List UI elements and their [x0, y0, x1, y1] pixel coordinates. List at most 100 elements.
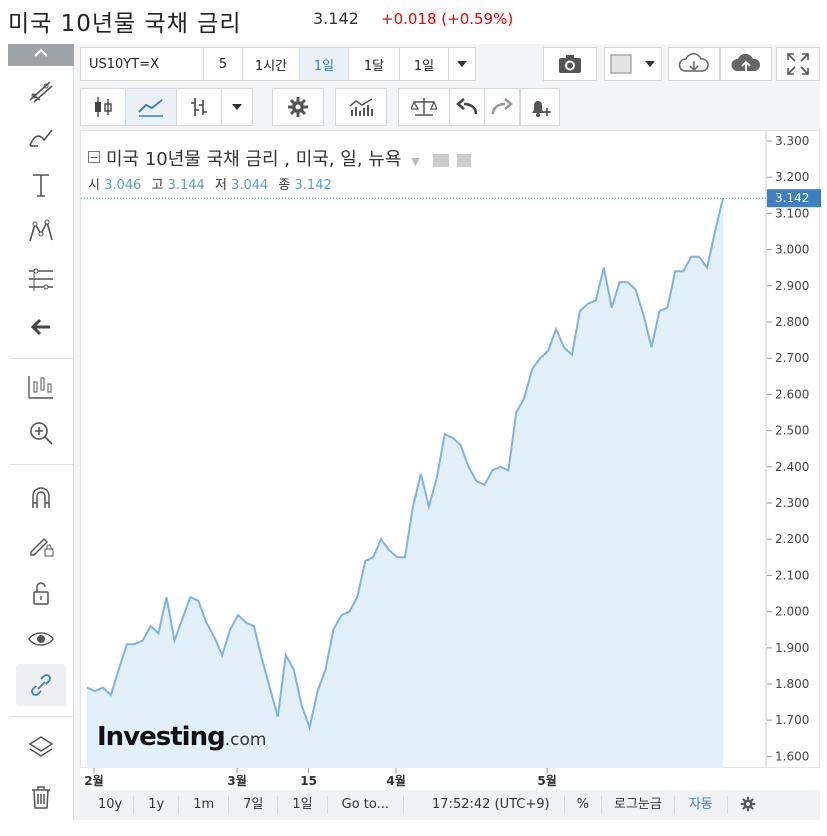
interval-dropdown-value[interactable]: 1일 — [399, 47, 449, 81]
data-point — [253, 625, 255, 627]
measure-tool[interactable] — [24, 370, 58, 404]
price-axis[interactable]: 3.300 3.200 3.100 3.000 2.900 2.800 2.700 2.600… — [766, 130, 821, 768]
download-button[interactable] — [668, 47, 720, 81]
range-1d[interactable]: 1일 — [278, 796, 328, 814]
chart-type-dropdown[interactable] — [221, 88, 253, 126]
chart-style-button[interactable] — [604, 47, 662, 81]
data-point — [666, 307, 668, 309]
legend-open-value: 3.046 — [104, 178, 142, 193]
legend-close-value: 3.142 — [294, 178, 332, 193]
price-change: +0.018 (+0.59%) — [381, 10, 514, 28]
y-tick-label: 2.800 — [775, 315, 809, 329]
data-point — [603, 267, 605, 269]
data-point — [587, 303, 589, 305]
range-10y[interactable]: 10y — [80, 796, 135, 814]
data-point — [102, 687, 104, 689]
text-icon — [33, 174, 49, 197]
data-point — [293, 669, 295, 671]
compare-button[interactable] — [398, 88, 450, 126]
data-point — [404, 556, 406, 558]
undo-button[interactable] — [449, 88, 485, 126]
indicators-button[interactable] — [335, 88, 387, 126]
data-point — [134, 643, 136, 645]
data-point — [301, 705, 303, 707]
candlestick-type-button[interactable] — [80, 88, 126, 126]
auto-scale-toggle[interactable]: 자동 — [675, 796, 728, 814]
range-1y[interactable]: 1y — [134, 796, 180, 814]
interval-1day[interactable]: 1일 — [299, 47, 349, 81]
legend-settings-icon[interactable] — [457, 153, 472, 167]
layers-tool[interactable] — [24, 730, 58, 764]
data-point — [706, 267, 708, 269]
zoom-tool[interactable] — [24, 416, 58, 450]
y-tick-label: 2.200 — [775, 532, 809, 546]
data-point — [444, 433, 446, 435]
link-tool[interactable] — [16, 664, 66, 706]
logo-brand: Investing — [97, 722, 226, 752]
color-box-icon — [610, 54, 655, 74]
goto-button[interactable]: Go to... — [328, 796, 405, 814]
range-1m[interactable]: 1m — [179, 796, 230, 814]
layers-icon — [28, 736, 54, 757]
ohlc-bar-icon — [191, 98, 207, 116]
pattern-icon — [29, 219, 53, 242]
chart-plot-area[interactable] — [80, 130, 767, 769]
data-point — [571, 354, 573, 356]
fibonacci-icon — [29, 268, 53, 291]
x-axis: 2월 3월 15 4월 5월 — [84, 768, 557, 788]
header: 미국 10년물 국채 금리 3.142 +0.018 (+0.59%) — [0, 0, 827, 42]
fullscreen-button[interactable] — [776, 47, 820, 81]
candlestick-icon — [95, 97, 112, 117]
last-price: 3.142 — [313, 9, 359, 28]
log-scale-toggle[interactable]: 로그눈금 — [602, 796, 675, 814]
pattern-tool[interactable] — [24, 214, 58, 248]
divider — [10, 358, 74, 359]
magnet-tool[interactable] — [24, 480, 58, 514]
data-point — [420, 473, 422, 475]
back-arrow-tool[interactable] — [24, 310, 58, 344]
data-point — [396, 556, 398, 558]
legend-visibility-icon[interactable] — [433, 153, 450, 167]
interval-1hour[interactable]: 1시간 — [242, 47, 300, 81]
interval-1month[interactable]: 1달 — [348, 47, 400, 81]
data-point — [651, 346, 653, 348]
collapse-panel-button[interactable] — [8, 44, 74, 66]
data-point — [555, 328, 557, 330]
text-tool[interactable] — [24, 168, 58, 202]
data-point — [181, 618, 183, 620]
brush-tool[interactable] — [24, 120, 58, 154]
delete-tool[interactable] — [24, 780, 58, 814]
data-point — [380, 538, 382, 540]
interval-dropdown-button[interactable] — [448, 47, 476, 81]
data-point — [94, 690, 96, 692]
screenshot-button[interactable] — [543, 47, 597, 81]
y-tick-label: 3.100 — [775, 206, 809, 220]
collapse-legend-icon[interactable] — [88, 151, 100, 163]
clock-timezone[interactable]: 17:52:42 (UTC+9) — [404, 796, 565, 814]
lock-drawing-tool[interactable] — [24, 528, 58, 562]
y-tick-label: 2.500 — [775, 424, 809, 438]
bar-type-button[interactable] — [176, 88, 222, 126]
upload-button[interactable] — [720, 47, 772, 81]
data-point — [174, 640, 176, 642]
settings-button[interactable] — [272, 88, 324, 126]
caret-down-icon — [232, 104, 242, 110]
bottom-settings-button[interactable] — [728, 796, 768, 814]
alert-button[interactable] — [520, 88, 560, 126]
data-point — [372, 556, 374, 558]
symbol-field[interactable]: US10YT=X — [80, 47, 204, 81]
visibility-tool[interactable] — [24, 622, 58, 656]
data-point — [325, 669, 327, 671]
data-point — [126, 643, 128, 645]
trendline-tool[interactable] — [24, 74, 58, 108]
interval-5min[interactable]: 5 — [203, 47, 243, 81]
redo-button[interactable] — [484, 88, 520, 126]
area-type-button[interactable] — [125, 88, 177, 126]
fibonacci-tool[interactable] — [24, 262, 58, 296]
unlock-tool[interactable] — [24, 576, 58, 610]
time-axis[interactable]: 2월 3월 15 4월 5월 — [80, 768, 820, 790]
percent-scale-toggle[interactable]: % — [565, 796, 602, 814]
range-7d[interactable]: 7일 — [229, 796, 279, 814]
y-tick-label: 2.300 — [775, 496, 809, 510]
legend-dropdown-icon[interactable]: ▼ — [411, 155, 419, 168]
